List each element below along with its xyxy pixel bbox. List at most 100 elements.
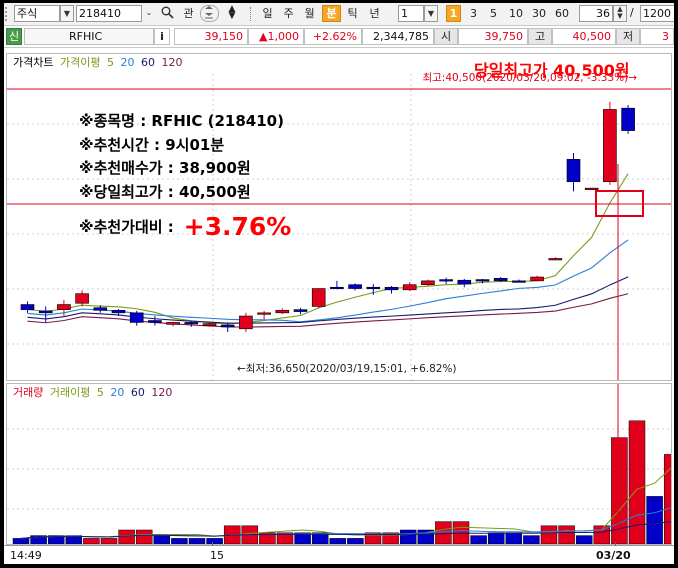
code-input[interactable]: 218410 bbox=[76, 5, 142, 22]
minute-60[interactable]: 60 bbox=[552, 5, 572, 22]
candle-body bbox=[584, 187, 599, 190]
current-price: 39,150 bbox=[174, 28, 248, 45]
candle-body bbox=[38, 310, 53, 314]
x-tick bbox=[615, 542, 616, 546]
search-icon[interactable] bbox=[158, 5, 177, 22]
volume-bar bbox=[399, 529, 417, 544]
period-tick[interactable]: 틱 bbox=[343, 5, 362, 22]
price-change: ▲1,000 bbox=[248, 28, 304, 45]
ratio-annotation: ※추천가대비 : +3.76% bbox=[79, 212, 291, 241]
candle-body bbox=[530, 276, 544, 282]
candle-body bbox=[348, 284, 362, 289]
candle-body bbox=[366, 286, 381, 290]
stock-name: RFHIC bbox=[24, 28, 154, 45]
candle-body bbox=[111, 309, 126, 314]
candle-body bbox=[57, 304, 71, 310]
quote-bar: 신 RFHIC i 39,150 ▲1,000 +2.62% 2,344,785… bbox=[4, 26, 674, 48]
chevron-down-icon[interactable]: ⌄ bbox=[142, 5, 156, 22]
low-price: 3 bbox=[640, 28, 674, 45]
relation-button[interactable]: 관 bbox=[179, 5, 198, 22]
candle-body bbox=[275, 309, 290, 314]
period-minute[interactable]: 분 bbox=[322, 5, 341, 22]
candle-body bbox=[202, 323, 217, 326]
total-count-input[interactable]: 1200 bbox=[640, 5, 674, 22]
volume-bar bbox=[523, 535, 540, 544]
annotation-line: ※당일최고가 : 40,500원 bbox=[79, 182, 251, 201]
volume-bar bbox=[663, 454, 671, 544]
info-icon[interactable]: i bbox=[154, 28, 170, 45]
candle-body bbox=[330, 286, 344, 290]
period-year[interactable]: 년 bbox=[365, 5, 384, 22]
candle-body bbox=[566, 159, 581, 183]
x-label: 14:49 bbox=[10, 549, 42, 562]
period-month[interactable]: 월 bbox=[300, 5, 319, 22]
grip-handle[interactable] bbox=[5, 7, 13, 21]
candle-body bbox=[439, 279, 453, 282]
annotation-line: ※종목명 : RFHIC (218410) bbox=[79, 112, 284, 130]
price-change-pct: +2.62% bbox=[304, 28, 362, 45]
ratio-value: +3.76% bbox=[183, 212, 292, 241]
volume-bar bbox=[487, 532, 505, 544]
open-price: 39,750 bbox=[458, 28, 528, 45]
minute-3[interactable]: 3 bbox=[466, 5, 481, 22]
candle-body bbox=[384, 286, 399, 291]
volume-bar bbox=[329, 538, 347, 544]
volume-bar bbox=[188, 538, 206, 544]
volume-bar bbox=[171, 538, 188, 544]
period-day[interactable]: 일 bbox=[258, 5, 277, 22]
trade-volume: 2,344,785 bbox=[362, 28, 434, 45]
high-label: 고 bbox=[528, 28, 552, 45]
info-annotation: ※종목명 : RFHIC (218410) ※추천시간 : 9시01분 ※추천매… bbox=[79, 110, 284, 204]
chevron-down-icon[interactable]: ▼ bbox=[424, 5, 438, 22]
candle-body bbox=[166, 322, 180, 325]
volume-chart-panel[interactable]: 거래량 거래이평 5 20 60 120 bbox=[6, 383, 672, 545]
minute-5[interactable]: 5 bbox=[486, 5, 501, 22]
x-label: 03/20 bbox=[596, 549, 631, 562]
candle-body bbox=[621, 107, 635, 131]
volume-bar bbox=[505, 532, 523, 544]
stepper-icon[interactable] bbox=[200, 5, 219, 22]
annotation-line: ※추천매수가 : 38,900원 bbox=[79, 159, 251, 177]
volume-bar bbox=[575, 535, 593, 544]
x-label: 15 bbox=[210, 549, 224, 562]
candle-body bbox=[421, 280, 435, 285]
candle-body bbox=[184, 322, 199, 325]
volume-bar bbox=[206, 538, 223, 544]
open-label: 시 bbox=[434, 28, 458, 45]
minute-10[interactable]: 10 bbox=[506, 5, 526, 22]
candle-body bbox=[257, 312, 271, 315]
volume-bar bbox=[83, 538, 100, 544]
minute-30[interactable]: 30 bbox=[529, 5, 549, 22]
credit-badge: 신 bbox=[6, 28, 22, 45]
min-price-note: ←최저:36,650(2020/03/19,15:01, +6.82%) bbox=[237, 363, 457, 375]
volume-bar bbox=[646, 496, 663, 544]
up-down-arrows-icon[interactable]: ▲ ▼ bbox=[224, 5, 240, 22]
count-input[interactable]: 36 bbox=[579, 5, 613, 22]
moving-average-line bbox=[27, 276, 629, 324]
volume-bar bbox=[100, 538, 118, 544]
period-week[interactable]: 주 bbox=[279, 5, 298, 22]
candle-body bbox=[93, 307, 108, 311]
candle-body bbox=[548, 258, 563, 261]
minute-1[interactable]: 1 bbox=[446, 5, 461, 22]
high-price: 40,500 bbox=[552, 28, 616, 45]
volume-bar bbox=[12, 538, 30, 544]
candle-body bbox=[603, 109, 617, 183]
headline-annotation: 당일최고가 40,500원 bbox=[474, 61, 630, 80]
low-label: 저 bbox=[616, 28, 640, 45]
count-separator: / bbox=[630, 6, 634, 19]
price-chart-panel[interactable]: 가격차트 가격이평 5 20 60 120 최고:40,500(2020/03/… bbox=[6, 53, 672, 381]
interval-input[interactable]: 1 bbox=[398, 5, 424, 22]
volume-bar bbox=[135, 529, 153, 544]
spin-icon[interactable]: ▲ ▼ bbox=[613, 5, 627, 22]
x-axis: 14:49 15 03/20 bbox=[4, 542, 674, 564]
chevron-down-icon[interactable]: ▼ bbox=[60, 5, 74, 22]
volume-bar bbox=[628, 420, 646, 544]
candle-body bbox=[293, 309, 308, 312]
candle-body bbox=[457, 279, 472, 285]
toolbar: 주식 ▼ 218410 ⌄ 관 ▲ ▼ 일 주 월 분 틱 년 1 ▼ 1 3 5… bbox=[4, 3, 674, 26]
volume-bar bbox=[540, 525, 558, 544]
market-type-select[interactable]: 주식 bbox=[14, 5, 60, 22]
candle-body bbox=[20, 304, 35, 310]
candle-body bbox=[148, 320, 162, 323]
